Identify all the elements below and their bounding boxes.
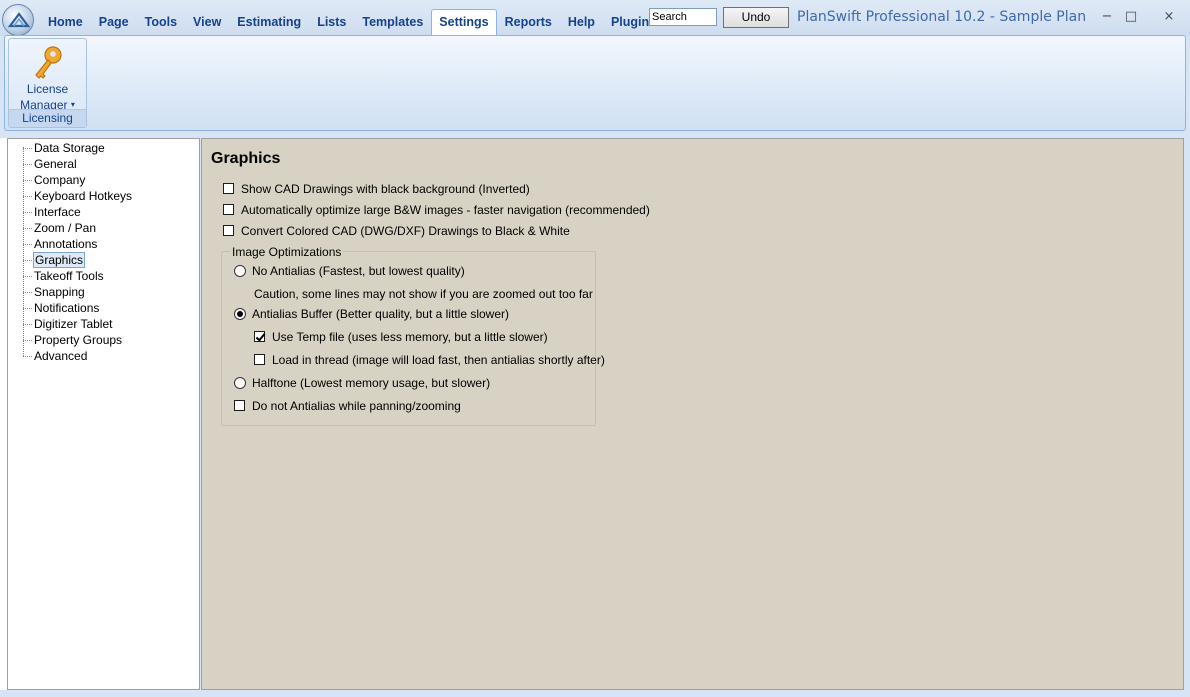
app-logo-icon — [8, 12, 30, 28]
tree-item-label: Company — [34, 173, 86, 187]
settings-tree: Data Storage General Company Keyboard Ho… — [7, 138, 200, 690]
menu-lists[interactable]: Lists — [309, 12, 354, 36]
checkbox-box[interactable] — [223, 204, 234, 215]
menu-help[interactable]: Help — [560, 12, 603, 36]
radio-label: No Antialias (Fastest, but lowest qualit… — [252, 264, 465, 278]
menu-page[interactable]: Page — [91, 12, 137, 36]
menu-estimating[interactable]: Estimating — [229, 12, 309, 36]
caution-text: Caution, some lines may not show if you … — [254, 286, 593, 302]
undo-button[interactable]: Undo — [723, 7, 789, 28]
tree-item-label: Advanced — [34, 349, 88, 363]
checkbox-label: Convert Colored CAD (DWG/DXF) Drawings t… — [241, 224, 570, 238]
maximize-button[interactable]: □ — [1120, 8, 1142, 26]
checkbox-box[interactable] — [223, 225, 234, 236]
checkbox-box[interactable] — [223, 183, 234, 194]
bottom-edge — [0, 690, 1190, 697]
graphics-settings-panel: Graphics Show CAD Drawings with black ba… — [201, 138, 1184, 690]
tree-item-label: Keyboard Hotkeys — [34, 189, 133, 203]
tree-item-label: Notifications — [34, 301, 100, 315]
group-caption-licensing: Licensing — [9, 109, 86, 127]
tree-item-label: Data Storage — [34, 141, 105, 155]
tree-item-label: Property Groups — [34, 333, 123, 347]
radio-circle[interactable] — [234, 265, 246, 277]
search-input[interactable] — [649, 8, 717, 26]
window-title: PlanSwift Professional 10.2 - Sample Pla… — [797, 9, 1087, 25]
chevron-down-icon: ▾ — [70, 100, 75, 109]
tree-item-label: Takeoff Tools — [34, 269, 104, 283]
checkbox-box[interactable] — [254, 331, 265, 342]
radio-circle[interactable] — [234, 377, 246, 389]
title-bar: Home Page Tools View Estimating Lists Te… — [0, 0, 1190, 37]
image-optimizations-group: Image Optimizations No Antialias (Fastes… — [221, 244, 605, 426]
radio-label: Antialias Buffer (Better quality, but a … — [252, 307, 510, 321]
checkbox-label: Automatically optimize large B&W images … — [241, 203, 650, 217]
app-menu-button[interactable] — [2, 4, 34, 36]
tree-item-label: Zoom / Pan — [34, 221, 97, 235]
checkbox-box[interactable] — [234, 400, 245, 411]
ribbon: License Manager ▾ Licensing — [4, 35, 1186, 131]
checkbox-label: Load in thread (image will load fast, th… — [272, 353, 605, 367]
tree-item-label: Graphics — [33, 252, 86, 268]
checkbox-label: Do not Antialias while panning/zooming — [252, 399, 461, 413]
checkbox-label: Show CAD Drawings with black background … — [241, 182, 530, 196]
tree-item-label: Interface — [34, 205, 81, 219]
caution-label: Caution, some lines may not show if you … — [254, 287, 593, 301]
menu-templates[interactable]: Templates — [354, 12, 431, 36]
menu-bar: Home Page Tools View Estimating Lists Te… — [40, 9, 664, 37]
menu-view[interactable]: View — [185, 12, 229, 36]
tree-item-label: Snapping — [34, 285, 85, 299]
tree-item-label: Digitizer Tablet — [34, 317, 113, 331]
license-manager-line1: License — [26, 82, 69, 96]
licensing-group: License Manager ▾ Licensing — [8, 38, 87, 128]
checkbox-box[interactable] — [254, 354, 265, 365]
menu-settings[interactable]: Settings — [431, 9, 497, 37]
menu-tools[interactable]: Tools — [137, 12, 185, 36]
minimize-button[interactable]: − — [1096, 8, 1118, 26]
group-title: Image Optimizations — [230, 244, 344, 260]
close-button[interactable]: × — [1158, 8, 1180, 26]
checkbox-label: Use Temp file (uses less memory, but a l… — [272, 330, 548, 344]
key-icon — [35, 46, 62, 79]
menu-home[interactable]: Home — [40, 12, 91, 36]
radio-label: Halftone (Lowest memory usage, but slowe… — [252, 376, 491, 390]
tree-item-label: General — [34, 157, 77, 171]
license-manager-button[interactable]: License Manager ▾ — [9, 39, 86, 112]
page-title: Graphics — [211, 150, 281, 167]
left-edge-strip — [0, 138, 7, 690]
menu-reports[interactable]: Reports — [497, 12, 560, 36]
radio-circle[interactable] — [234, 308, 246, 320]
tree-item-label: Annotations — [34, 237, 98, 251]
